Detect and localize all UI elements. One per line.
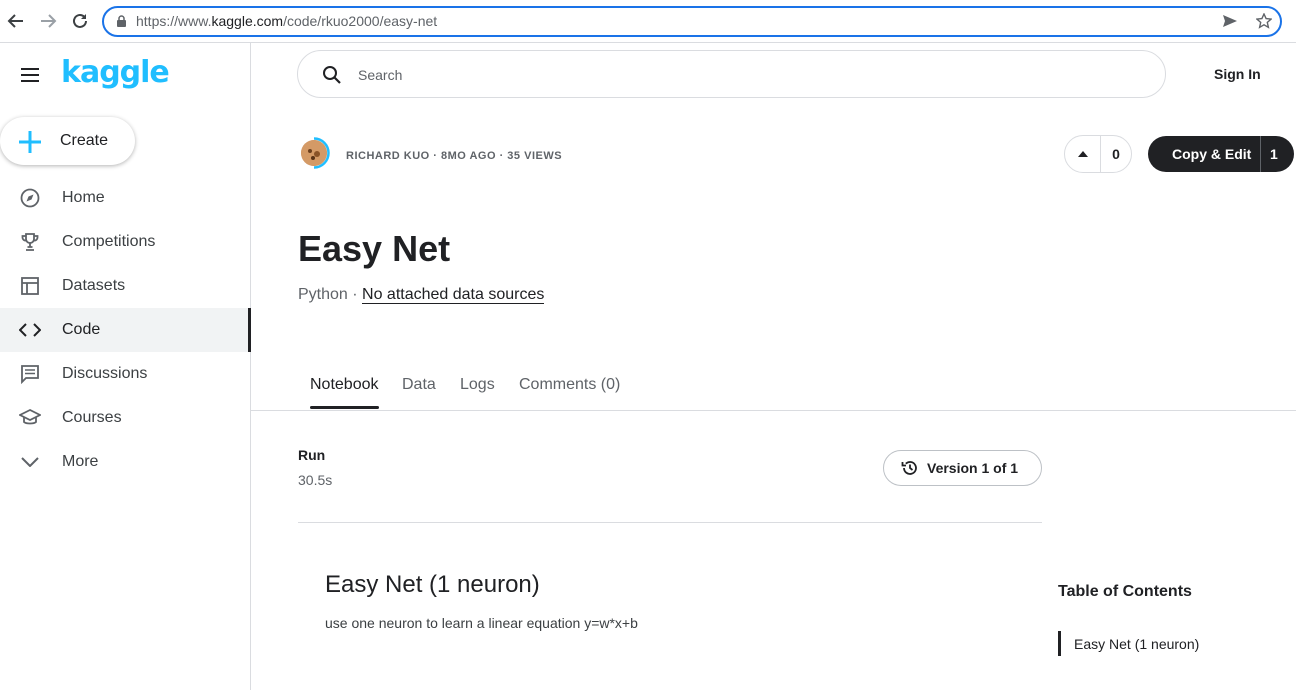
create-label: Create [60, 132, 109, 149]
sidebar: kaggle Create Home Competitions Datasets… [0, 43, 251, 690]
reload-icon[interactable] [69, 10, 91, 32]
tab-comments[interactable]: Comments (0) [519, 376, 620, 394]
sidebar-item-label: More [62, 453, 99, 470]
vote-count: 0 [1112, 146, 1120, 162]
copy-and-edit-button[interactable]: Copy & Edit 1 [1148, 136, 1294, 172]
run-label: Run [298, 447, 326, 463]
sidebar-item-datasets[interactable]: Datasets [0, 264, 251, 308]
sidebar-item-discussions[interactable]: Discussions [0, 352, 251, 396]
sidebar-item-courses[interactable]: Courses [0, 396, 251, 440]
copy-edit-label: Copy & Edit [1172, 146, 1252, 162]
toc-title: Table of Contents [1058, 583, 1192, 600]
notebook-heading: Easy Net (1 neuron) [325, 571, 540, 598]
sidebar-item-more[interactable]: More [0, 440, 251, 484]
avatar-image [301, 140, 327, 166]
sidebar-item-label: Competitions [62, 233, 156, 250]
separator: · [347, 286, 363, 303]
table-icon [19, 275, 41, 297]
search-placeholder: Search [358, 67, 403, 83]
notebook-subline: Python · No attached data sources [298, 286, 545, 304]
page-title: Easy Net [298, 228, 451, 269]
run-time: 30.5s [298, 472, 333, 488]
upvote-button[interactable] [1065, 136, 1101, 172]
tab-logs[interactable]: Logs [460, 376, 495, 394]
sidebar-item-home[interactable]: Home [0, 176, 251, 220]
compass-icon [19, 187, 41, 209]
sidebar-item-label: Discussions [62, 365, 148, 382]
chevron-down-icon [19, 451, 41, 473]
sidebar-item-label: Courses [62, 409, 122, 426]
history-icon [901, 459, 919, 482]
sidebar-item-competitions[interactable]: Competitions [0, 220, 251, 264]
language-label: Python [298, 286, 348, 303]
sidebar-item-code[interactable]: Code [0, 308, 251, 352]
sidebar-item-label: Datasets [62, 277, 126, 294]
search-icon [322, 65, 342, 90]
hamburger-menu-icon[interactable] [20, 68, 40, 87]
upvote-control: 0 [1064, 135, 1132, 173]
lock-icon [116, 15, 127, 33]
avatar[interactable] [298, 137, 330, 169]
tab-data[interactable]: Data [402, 376, 436, 394]
tab-notebook[interactable]: Notebook [310, 376, 379, 394]
version-button[interactable]: Version 1 of 1 [883, 450, 1042, 486]
address-bar[interactable]: https://www.kaggle.com/code/rkuo2000/eas… [102, 6, 1282, 37]
star-icon[interactable] [1255, 12, 1273, 34]
version-label: Version 1 of 1 [927, 460, 1019, 476]
kaggle-logo[interactable]: kaggle [61, 55, 170, 90]
create-button[interactable]: Create [0, 117, 135, 165]
url-text: https://www.kaggle.com/code/rkuo2000/eas… [136, 13, 438, 29]
sidebar-item-label: Home [62, 189, 105, 206]
notebook-text: use one neuron to learn a linear equatio… [325, 615, 638, 631]
code-icon [19, 319, 41, 341]
active-tab-indicator [310, 406, 379, 409]
comment-icon [19, 363, 41, 385]
forward-arrow-icon[interactable] [37, 10, 59, 32]
search-input[interactable]: Search [297, 50, 1166, 98]
trophy-icon [19, 231, 41, 253]
sidebar-item-label: Code [62, 321, 101, 338]
section-divider [298, 522, 1042, 523]
plus-icon [16, 128, 44, 161]
data-sources-link[interactable]: No attached data sources [362, 286, 545, 304]
back-arrow-icon[interactable] [5, 10, 27, 32]
toc-active-indicator [1058, 631, 1061, 656]
school-icon [19, 407, 41, 429]
notebook-meta: RICHARD KUO · 8MO AGO · 35 VIEWS [346, 150, 563, 162]
notebook-tabs: Notebook Data Logs Comments (0) [251, 365, 1296, 411]
copy-edit-count[interactable]: 1 [1270, 146, 1278, 162]
browser-toolbar: https://www.kaggle.com/code/rkuo2000/eas… [0, 0, 1296, 43]
sign-in-link[interactable]: Sign In [1214, 66, 1261, 82]
button-divider [1260, 136, 1261, 172]
toc-item[interactable]: Easy Net (1 neuron) [1074, 636, 1199, 652]
send-icon[interactable] [1222, 13, 1238, 34]
